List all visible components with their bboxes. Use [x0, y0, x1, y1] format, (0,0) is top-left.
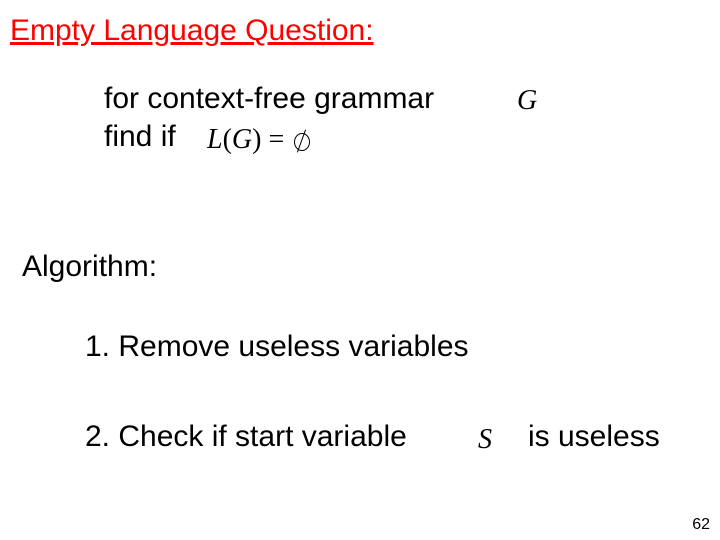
context-line-2: find if [104, 120, 176, 154]
math-symbol-G: G [517, 85, 537, 117]
math-symbol-S: S [478, 424, 492, 456]
emptyset-icon [293, 130, 311, 152]
slide: Empty Language Question: for context-fre… [0, 0, 720, 540]
title-text: Empty Language Question: [10, 14, 374, 47]
page-number: 62 [692, 516, 710, 534]
math-G-inner: G [232, 124, 252, 155]
math-equals: = [261, 124, 291, 155]
algorithm-step-2-part-a: 2. Check if start variable [85, 420, 407, 454]
math-expression-LG-eq-empty: L(G) = [207, 124, 311, 156]
algorithm-step-1: 1. Remove useless variables [85, 330, 469, 364]
context-line-1: for context-free grammar [104, 82, 434, 116]
algorithm-step-2-part-b: is useless [528, 420, 660, 454]
math-L: L [207, 124, 223, 155]
math-open-paren: ( [223, 124, 232, 155]
slide-title: Empty Language Question: [10, 14, 374, 48]
algorithm-heading: Algorithm: [22, 250, 157, 284]
